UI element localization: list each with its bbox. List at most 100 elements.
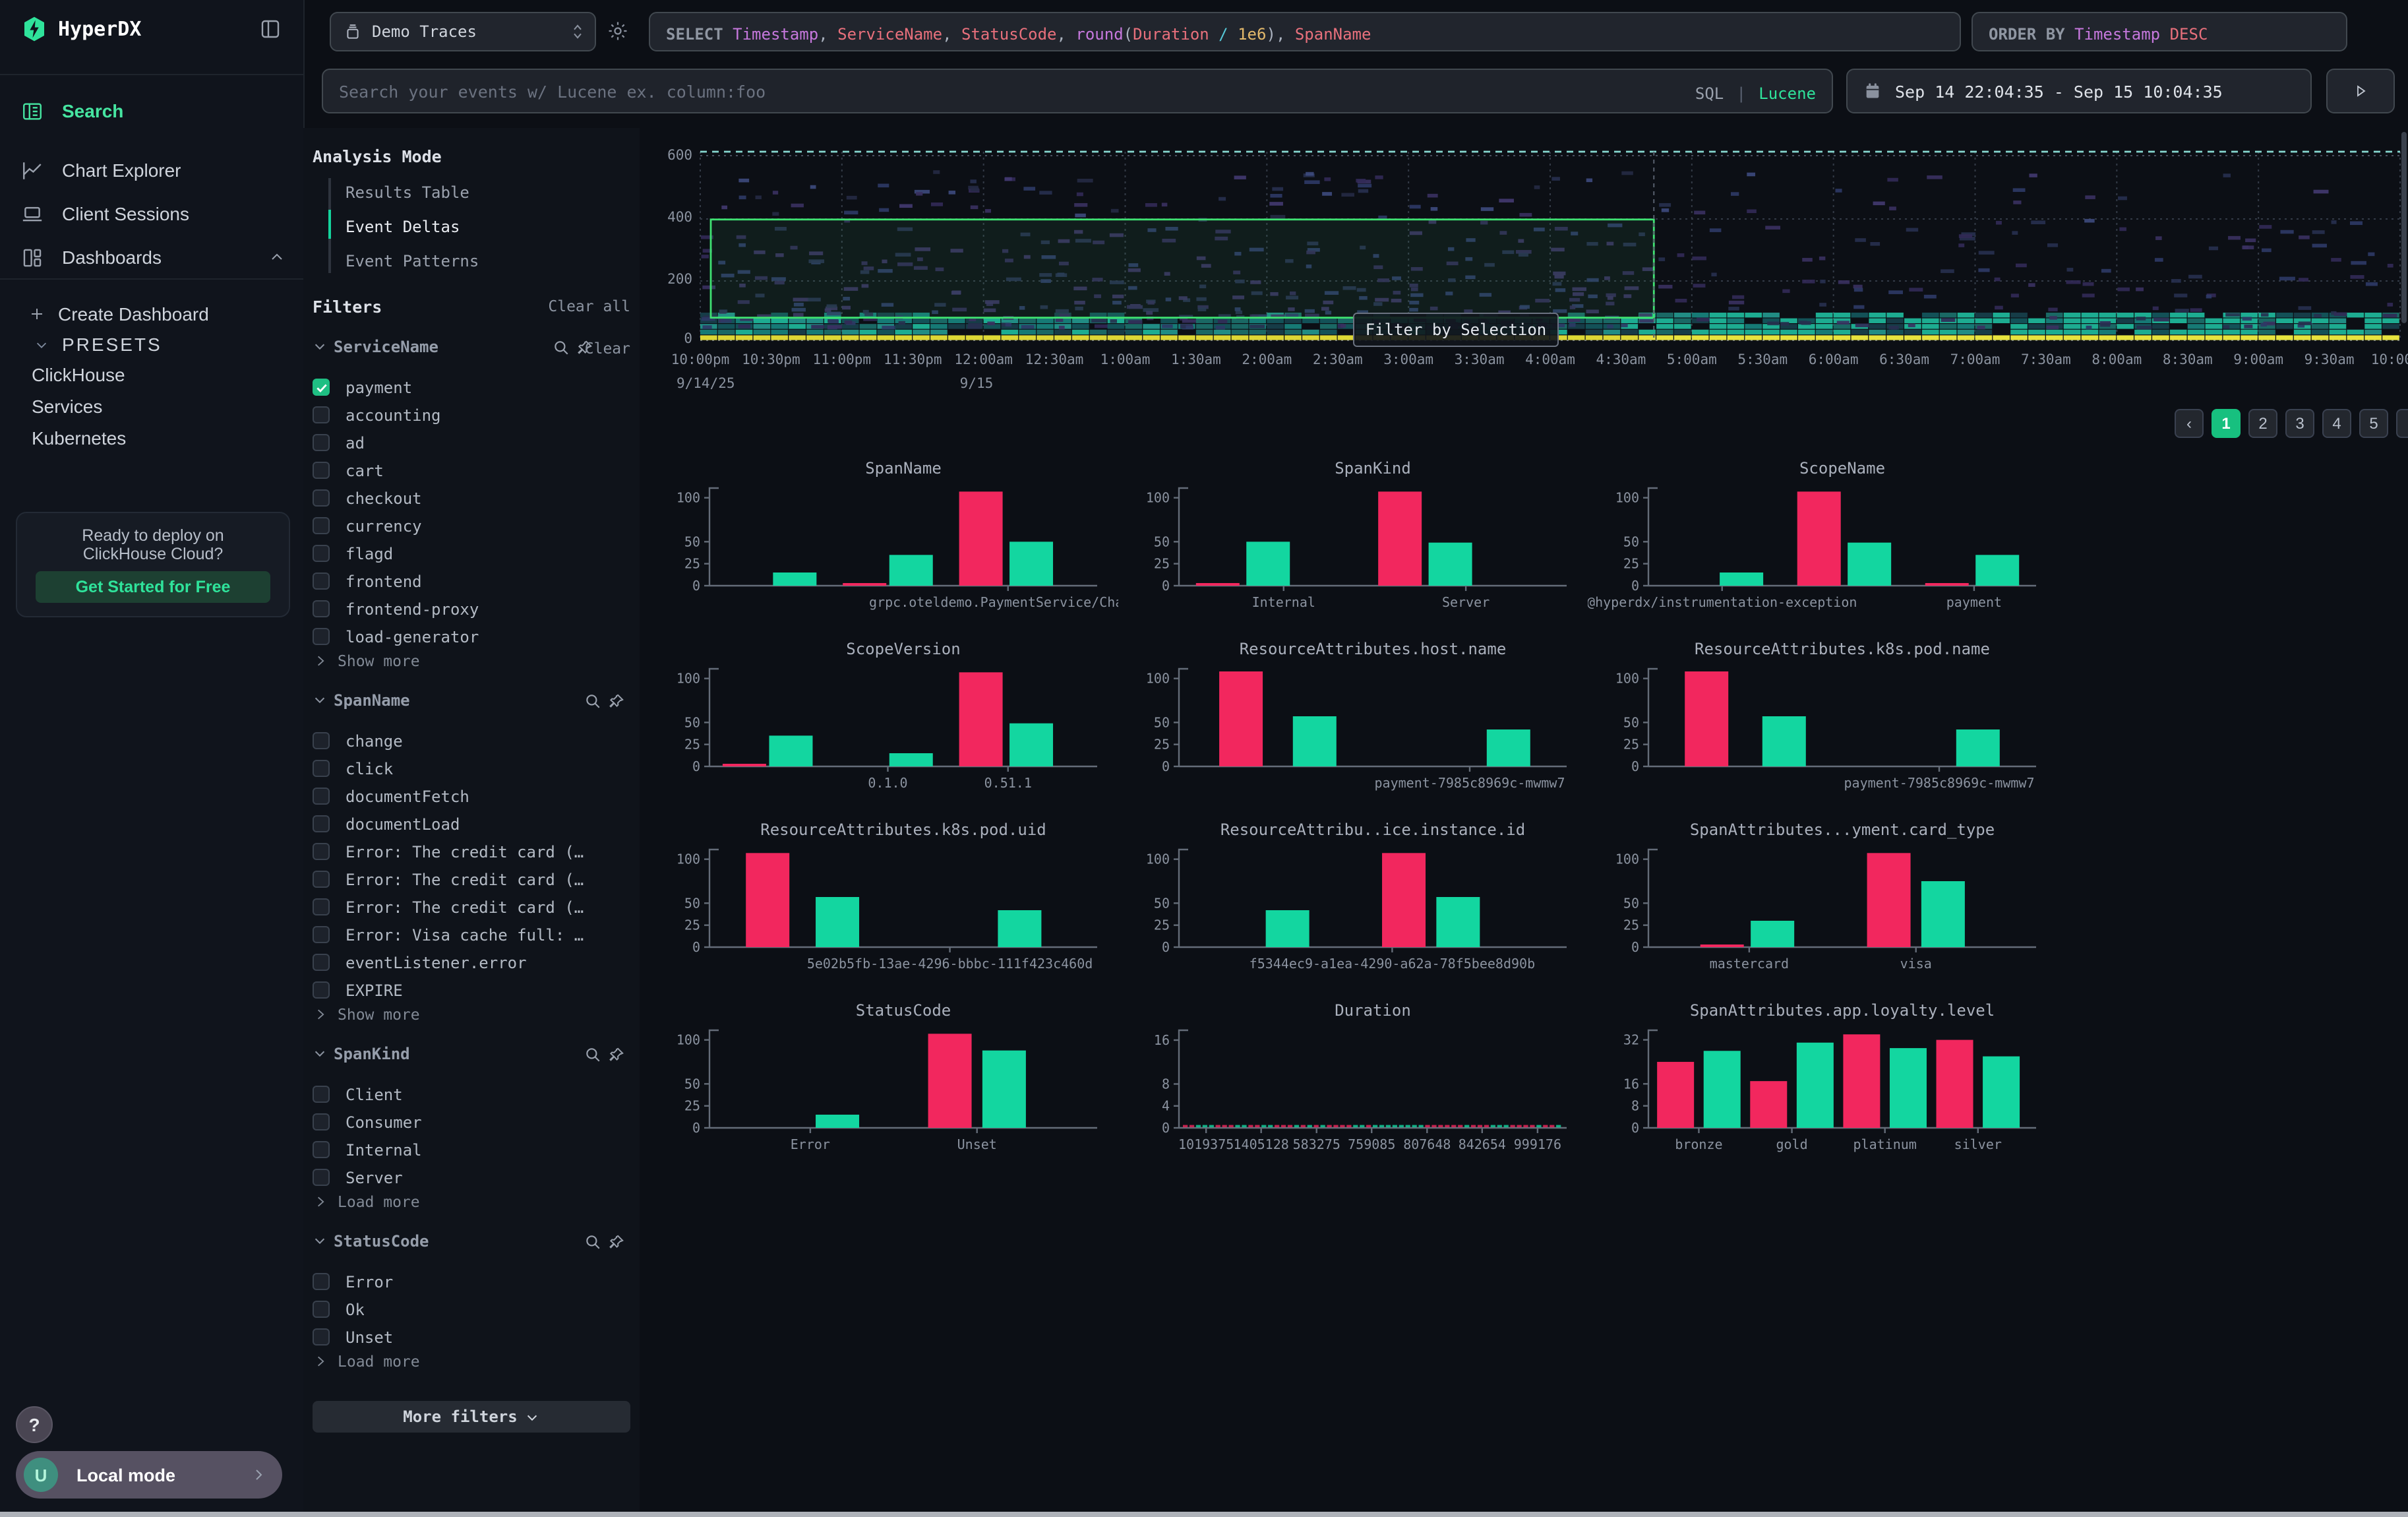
filter-show-more[interactable]: Show more (314, 1005, 420, 1024)
checkbox[interactable] (313, 462, 330, 479)
delta-chart-resourceattributes-host-name[interactable]: ResourceAttributes.host.name10050250paym… (1118, 637, 1588, 818)
filter-option-row[interactable]: Unset (313, 1323, 630, 1351)
checkbox[interactable] (313, 1113, 330, 1130)
pagination-page-1[interactable]: 1 (2212, 409, 2241, 438)
delta-chart-resourceattribu-ice-instance-id[interactable]: ResourceAttribu..ice.instance.id10050250… (1118, 818, 1588, 999)
sidebar-preset-kubernetes[interactable]: Kubernetes (0, 422, 303, 454)
lang-lucene-button[interactable]: Lucene (1759, 84, 1816, 102)
checkbox[interactable] (313, 573, 330, 590)
checkbox[interactable] (313, 954, 330, 971)
time-range-picker[interactable]: Sep 14 22:04:35 - Sep 15 10:04:35 (1846, 69, 2312, 113)
filter-option-row[interactable]: currency (313, 512, 630, 540)
filter-section-header-servicename[interactable]: ServiceNameClear (313, 336, 630, 360)
filter-option-row[interactable]: Consumer (313, 1108, 630, 1136)
delta-chart-spanattributes-yment-card-type[interactable]: SpanAttributes...yment.card_type10050250… (1588, 818, 2057, 999)
search-input[interactable]: Search your events w/ Lucene ex. column:… (339, 81, 766, 101)
filter-option-row[interactable]: Error: Visa cache full: … (313, 921, 630, 948)
delta-chart-spanattributes-app-loyalty-level[interactable]: SpanAttributes.app.loyalty.level321680br… (1588, 999, 2057, 1179)
sidebar-item-client-sessions[interactable]: Client Sessions (0, 194, 303, 233)
more-filters-button[interactable]: More filters (313, 1401, 630, 1433)
filter-option-row[interactable]: Error (313, 1268, 630, 1295)
vertical-scrollbar[interactable] (2401, 132, 2407, 323)
checkbox[interactable] (313, 898, 330, 915)
filter-option-row[interactable]: flagd (313, 540, 630, 567)
checkbox[interactable] (313, 732, 330, 749)
checkbox[interactable] (313, 760, 330, 777)
collapse-sidebar-icon[interactable] (258, 17, 282, 41)
sidebar-preset-clickhouse[interactable]: ClickHouse (0, 359, 303, 390)
filter-option-row[interactable]: ad (313, 429, 630, 456)
delta-chart-resourceattributes-k8s-pod-uid[interactable]: ResourceAttributes.k8s.pod.uid100502505e… (649, 818, 1118, 999)
filter-option-row[interactable]: Ok (313, 1295, 630, 1323)
filter-option-row[interactable]: frontend-proxy (313, 595, 630, 623)
checkbox[interactable] (313, 489, 330, 507)
checkbox[interactable] (313, 545, 330, 562)
sidebar-item-dashboards[interactable]: Dashboards (0, 237, 303, 277)
filter-load-more[interactable]: Load more (314, 1352, 420, 1371)
filter-option-row[interactable]: change (313, 727, 630, 755)
clear-all-button[interactable]: Clear all (548, 297, 630, 315)
gear-icon[interactable] (607, 20, 629, 42)
filter-section-header-spanname[interactable]: SpanName (313, 690, 630, 714)
checkbox[interactable] (313, 1301, 330, 1318)
filter-option-row[interactable]: Server (313, 1163, 630, 1191)
sidebar-item-chart-explorer[interactable]: Chart Explorer (0, 150, 303, 190)
checkbox[interactable] (313, 628, 330, 645)
pagination-next[interactable]: › (2396, 409, 2408, 438)
horizontal-scrollbar[interactable] (0, 1512, 2408, 1517)
pin-icon[interactable] (608, 1233, 625, 1251)
checkbox[interactable] (313, 1141, 330, 1158)
filter-option-row[interactable]: Error: The credit card (… (313, 893, 630, 921)
filter-option-row[interactable]: EXPIRE (313, 976, 630, 1004)
search-icon[interactable] (584, 1046, 601, 1063)
filter-option-row[interactable]: Internal (313, 1136, 630, 1163)
filter-option-row[interactable]: checkout (313, 484, 630, 512)
local-mode-button[interactable]: U Local mode (16, 1451, 282, 1499)
checkbox[interactable] (313, 981, 330, 999)
checkbox[interactable] (313, 600, 330, 617)
pagination-page-3[interactable]: 3 (2285, 409, 2314, 438)
presets-toggle[interactable]: PRESETS (0, 327, 303, 361)
checkbox-checked[interactable] (313, 379, 330, 396)
events-heatmap[interactable] (640, 128, 2408, 412)
filter-by-selection-button[interactable]: Filter by Selection (1353, 313, 1559, 347)
filter-option-row[interactable]: load-generator (313, 623, 630, 650)
checkbox[interactable] (313, 843, 330, 860)
filter-option-row[interactable]: Client (313, 1080, 630, 1108)
pagination-prev[interactable]: ‹ (2175, 409, 2204, 438)
sql-select-input[interactable]: SELECT Timestamp, ServiceName, StatusCod… (649, 12, 1961, 51)
analysis-mode-option-results-table[interactable]: Results Table (346, 183, 469, 202)
search-bar[interactable]: Search your events w/ Lucene ex. column:… (322, 69, 1833, 113)
filter-load-more[interactable]: Load more (314, 1192, 420, 1211)
order-by-input[interactable]: ORDER BY Timestamp DESC (1972, 12, 2347, 51)
pagination-page-4[interactable]: 4 (2322, 409, 2351, 438)
checkbox[interactable] (313, 1273, 330, 1290)
checkbox[interactable] (313, 1328, 330, 1346)
filter-option-row[interactable]: frontend (313, 567, 630, 595)
pin-icon[interactable] (608, 1046, 625, 1063)
checkbox[interactable] (313, 1169, 330, 1186)
analysis-mode-option-event-deltas[interactable]: Event Deltas (346, 218, 460, 236)
help-button[interactable]: ? (16, 1406, 53, 1443)
lang-sql-button[interactable]: SQL (1695, 84, 1724, 102)
delta-chart-scopename[interactable]: ScopeName10050250@hyperdx/instrumentatio… (1588, 456, 2057, 637)
search-icon[interactable] (584, 1233, 601, 1251)
delta-chart-resourceattributes-k8s-pod-name[interactable]: ResourceAttributes.k8s.pod.name10050250p… (1588, 637, 2057, 818)
filter-option-row[interactable]: payment (313, 373, 630, 401)
filter-option-row[interactable]: documentLoad (313, 810, 630, 838)
search-icon[interactable] (584, 693, 601, 710)
checkbox[interactable] (313, 1086, 330, 1103)
filter-option-row[interactable]: cart (313, 456, 630, 484)
checkbox[interactable] (313, 434, 330, 451)
delta-chart-statuscode[interactable]: StatusCode10050250ErrorUnset (649, 999, 1118, 1179)
pagination-page-5[interactable]: 5 (2359, 409, 2388, 438)
sidebar-item-search[interactable]: Search (0, 87, 303, 135)
filter-show-more[interactable]: Show more (314, 652, 420, 670)
filter-option-row[interactable]: documentFetch (313, 782, 630, 810)
checkbox[interactable] (313, 788, 330, 805)
get-started-button[interactable]: Get Started for Free (36, 571, 270, 603)
filter-section-header-statuscode[interactable]: StatusCode (313, 1231, 630, 1254)
checkbox[interactable] (313, 517, 330, 534)
run-query-button[interactable] (2326, 69, 2395, 113)
sidebar-preset-services[interactable]: Services (0, 390, 303, 422)
